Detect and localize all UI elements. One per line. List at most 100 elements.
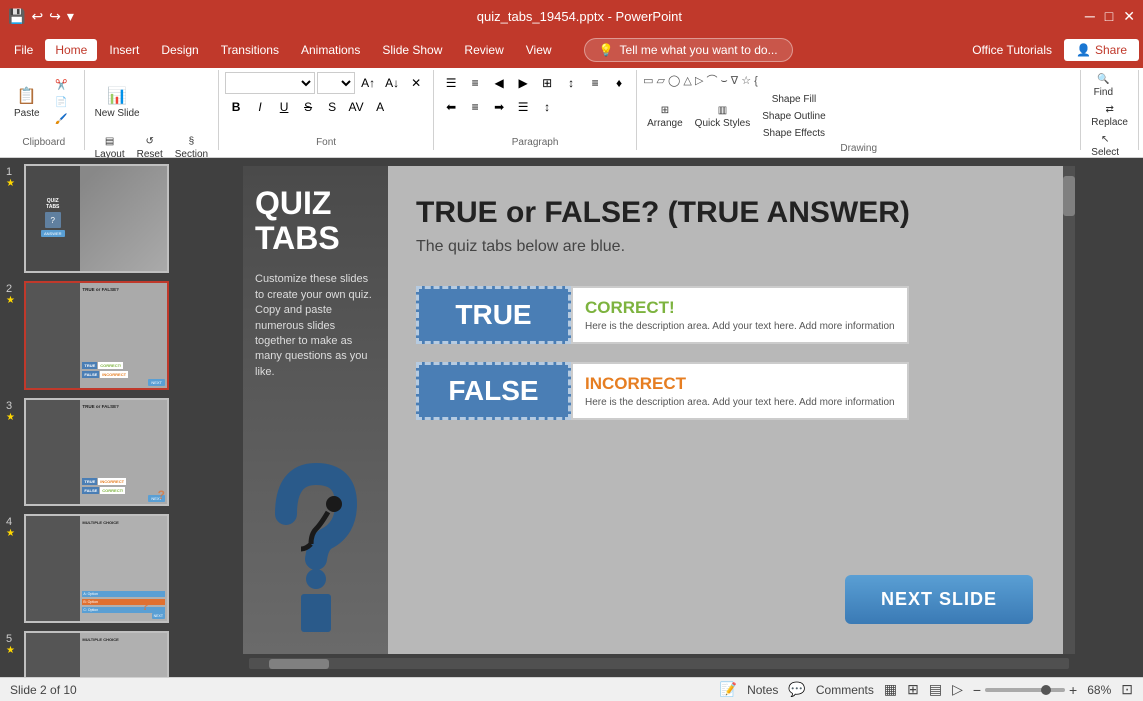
align-right-button[interactable]: ➡ (488, 96, 510, 118)
font-label: Font (225, 135, 427, 148)
font-family-select[interactable] (225, 72, 315, 94)
incorrect-desc: Here is the description area. Add your t… (585, 396, 895, 409)
shape-effects-button[interactable]: Shape Effects (758, 126, 829, 141)
increase-font-button[interactable]: A↑ (357, 72, 379, 94)
scrollbar-thumb[interactable] (1063, 176, 1075, 216)
italic-button[interactable]: I (249, 96, 271, 118)
align-center-button[interactable]: ≡ (464, 96, 486, 118)
slide-thumb-2[interactable]: 2 ★ TRUE or FALSE? TRUE CORRECT! FALSE I… (4, 279, 171, 392)
align-left-button[interactable]: ⬅ (440, 96, 462, 118)
paste-button[interactable]: 📋 Paste (10, 72, 44, 132)
direction-button[interactable]: ↕ (560, 72, 582, 94)
clear-format-button[interactable]: ✕ (405, 72, 427, 94)
slide-img-4[interactable]: MULTIPLE CHOICE A: Option B: Option C: O… (24, 514, 169, 623)
justify-button[interactable]: ☰ (512, 96, 534, 118)
font-size-select[interactable] (317, 72, 355, 94)
format-painter-button[interactable]: 🖌️ (46, 112, 78, 127)
maximize-icon[interactable]: □ (1105, 8, 1113, 24)
minimize-icon[interactable]: ─ (1085, 8, 1095, 24)
increase-indent-button[interactable]: ▶ (512, 72, 534, 94)
zoom-slider[interactable] (985, 688, 1065, 692)
bullets-button[interactable]: ☰ (440, 72, 462, 94)
menu-file[interactable]: File (4, 39, 43, 61)
slide-num-5: 5 (6, 631, 20, 645)
menu-slideshow[interactable]: Slide Show (372, 39, 452, 61)
menu-view[interactable]: View (516, 39, 562, 61)
undo-icon[interactable]: ↩ (31, 8, 43, 25)
zoom-out-icon[interactable]: − (973, 682, 981, 698)
toolbar-dropdown-icon[interactable]: ▾ (67, 8, 74, 25)
slide-thumb-1[interactable]: 1 ★ QUIZTABS ? ANSWER (4, 162, 171, 275)
zoom-in-icon[interactable]: + (1069, 682, 1077, 698)
slide-question-title: TRUE or FALSE? (TRUE ANSWER) (416, 196, 1035, 230)
bottom-scrollbar-thumb[interactable] (269, 659, 329, 669)
fit-slide-icon[interactable]: ⊡ (1121, 681, 1133, 698)
notes-icon: 📝 (720, 681, 737, 698)
decrease-indent-button[interactable]: ◀ (488, 72, 510, 94)
find-button[interactable]: 🔍 Find (1087, 72, 1119, 100)
strikethrough-button[interactable]: S (297, 96, 319, 118)
shape-fill-button[interactable]: Shape Fill (758, 92, 829, 107)
select-button[interactable]: ↖ Select (1087, 132, 1123, 160)
column-layout-button[interactable]: ⊞ (536, 72, 558, 94)
slide-thumb-5[interactable]: 5 ★ MULTIPLE CHOICE A: Option B: Option … (4, 629, 171, 677)
slide-img-2[interactable]: TRUE or FALSE? TRUE CORRECT! FALSE INCOR… (24, 281, 169, 390)
slide-num-3: 3 (6, 398, 20, 412)
slide-img-3[interactable]: TRUE or FALSE? TRUE INCORRECT FALSE CORR… (24, 398, 169, 507)
shape-outline-button[interactable]: Shape Outline (758, 109, 829, 124)
quick-styles-button[interactable]: ▥ Quick Styles (691, 103, 755, 131)
ribbon-group-slides: 📊 New Slide ▤ Layout ↺ Reset § Section (85, 70, 220, 150)
text-shadow-button[interactable]: S (321, 96, 343, 118)
answer-tab-true[interactable]: TRUE (416, 286, 571, 344)
tell-me-input[interactable]: 💡 Tell me what you want to do... (584, 38, 793, 62)
right-scrollbar[interactable] (1063, 166, 1075, 654)
save-icon[interactable]: 💾 (8, 8, 25, 25)
menu-transitions[interactable]: Transitions (211, 39, 289, 61)
office-tutorials-label: Office Tutorials (972, 43, 1052, 57)
new-slide-button[interactable]: 📊 New Slide (91, 72, 144, 132)
arrange-button[interactable]: ⊞ Arrange (643, 103, 687, 131)
menu-design[interactable]: Design (151, 39, 208, 61)
share-button[interactable]: 👤 Share (1064, 39, 1139, 61)
zoom-level[interactable]: 68% (1087, 683, 1111, 697)
menu-home[interactable]: Home (45, 39, 97, 61)
slide-quiz-title: QUIZ TABS (255, 186, 376, 256)
lightbulb-icon: 💡 (599, 43, 614, 57)
slide-thumb-4[interactable]: 4 ★ MULTIPLE CHOICE A: Option B: Option … (4, 512, 171, 625)
align-text-button[interactable]: ≡ (584, 72, 606, 94)
slide-panel: 1 ★ QUIZTABS ? ANSWER 2 ★ (0, 158, 175, 677)
paste-icon: 📋 (17, 86, 37, 106)
notes-label[interactable]: Notes (747, 683, 778, 697)
line-spacing-button[interactable]: ↕ (536, 96, 558, 118)
comments-label[interactable]: Comments (816, 683, 874, 697)
menu-insert[interactable]: Insert (99, 39, 149, 61)
bottom-scrollbar[interactable] (249, 658, 1069, 669)
numbering-button[interactable]: ≡ (464, 72, 486, 94)
share-label: Share (1095, 43, 1127, 57)
next-slide-button[interactable]: NEXT SLIDE (845, 575, 1033, 624)
zoom-slider-thumb[interactable] (1041, 685, 1051, 695)
answer-tab-false[interactable]: FALSE (416, 362, 571, 420)
menu-review[interactable]: Review (454, 39, 513, 61)
bold-button[interactable]: B (225, 96, 247, 118)
slide-thumb-3[interactable]: 3 ★ TRUE or FALSE? TRUE INCORRECT FALSE … (4, 396, 171, 509)
view-slide-sorter-icon[interactable]: ⊞ (907, 681, 919, 698)
copy-button[interactable]: 📄 (46, 95, 78, 110)
quick-styles-label: Quick Styles (695, 118, 751, 129)
office-tutorials-link[interactable]: Office Tutorials (972, 43, 1052, 57)
slide-img-1[interactable]: QUIZTABS ? ANSWER (24, 164, 169, 273)
character-spacing-button[interactable]: AV (345, 96, 367, 118)
view-normal-icon[interactable]: ▦ (884, 681, 897, 698)
slide-img-5[interactable]: MULTIPLE CHOICE A: Option B: Option C: O… (24, 631, 169, 677)
view-reading-icon[interactable]: ▤ (929, 681, 942, 698)
font-color-button[interactable]: A (369, 96, 391, 118)
replace-button[interactable]: ⇄ Replace (1087, 102, 1132, 130)
close-icon[interactable]: ✕ (1123, 8, 1135, 25)
view-slideshow-icon[interactable]: ▷ (952, 681, 963, 698)
smartart-button[interactable]: ♦ (608, 72, 630, 94)
decrease-font-button[interactable]: A↓ (381, 72, 403, 94)
menu-animations[interactable]: Animations (291, 39, 370, 61)
redo-icon[interactable]: ↪ (49, 8, 61, 25)
cut-button[interactable]: ✂️ (46, 78, 78, 93)
underline-button[interactable]: U (273, 96, 295, 118)
